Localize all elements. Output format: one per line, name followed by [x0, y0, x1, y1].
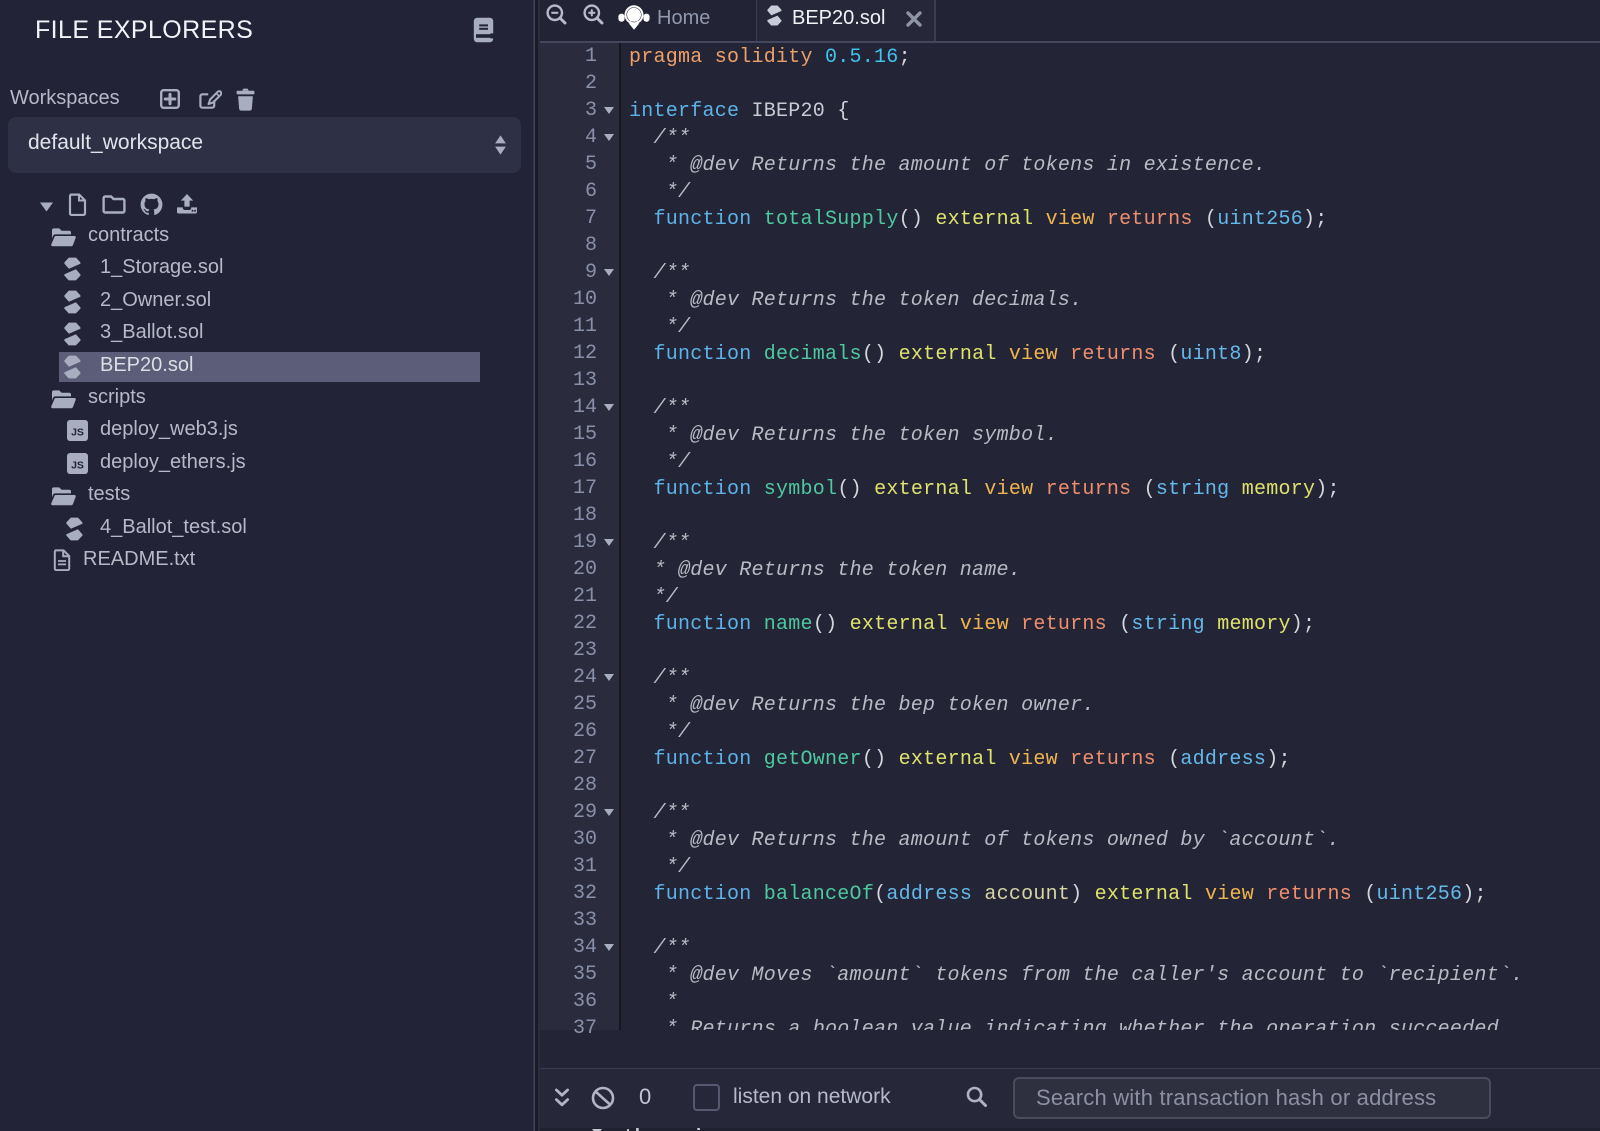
svg-text:JS: JS [71, 459, 84, 471]
svg-text:JS: JS [71, 427, 84, 439]
